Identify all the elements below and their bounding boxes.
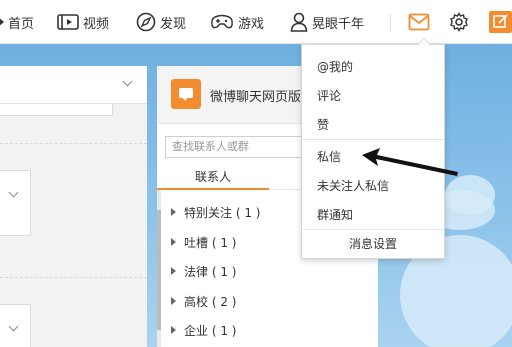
settings-button[interactable] bbox=[449, 0, 469, 44]
menu-item-private-messages[interactable]: 私信 bbox=[317, 148, 341, 165]
group-count: ( 1 ) bbox=[211, 236, 237, 250]
nav-discover-label: 发现 bbox=[160, 16, 187, 32]
contact-group[interactable]: 吐槽 ( 1 ) bbox=[171, 234, 236, 251]
chat-title: 微博聊天网页版 bbox=[210, 90, 302, 105]
gear-icon bbox=[449, 12, 469, 32]
menu-divider bbox=[302, 139, 444, 140]
contact-group[interactable]: 特别关注 ( 1 ) bbox=[171, 204, 260, 221]
expand-icon bbox=[171, 208, 176, 216]
group-count: ( 2 ) bbox=[211, 295, 237, 309]
nav-game-label: 游戏 bbox=[238, 16, 265, 32]
contact-search-input[interactable]: 查找联系人或群 bbox=[165, 136, 315, 158]
discover-icon bbox=[136, 12, 156, 32]
group-name: 企业 bbox=[184, 324, 209, 338]
nav-game[interactable]: 游戏 bbox=[210, 0, 264, 44]
contact-group[interactable]: 高校 ( 2 ) bbox=[171, 293, 236, 310]
compose-button[interactable] bbox=[489, 0, 512, 44]
divider bbox=[0, 277, 147, 278]
left-panel-header[interactable] bbox=[0, 66, 147, 104]
menu-divider bbox=[302, 229, 444, 230]
contact-group[interactable]: 法律 ( 1 ) bbox=[171, 263, 236, 280]
menu-item-group-notifications[interactable]: 群通知 bbox=[317, 206, 353, 223]
menu-item-mentions[interactable]: @我的 bbox=[317, 58, 353, 75]
top-navigation: 首页 视频 发现 游戏 晃眼千年 bbox=[0, 0, 512, 44]
divider bbox=[0, 143, 147, 144]
message-settings-button[interactable]: 消息设置 bbox=[302, 235, 444, 252]
nav-user[interactable]: 晃眼千年 bbox=[290, 0, 364, 44]
edit-icon bbox=[489, 11, 512, 33]
home-icon bbox=[0, 17, 4, 27]
chevron-down-icon[interactable] bbox=[122, 76, 133, 87]
group-name: 特别关注 bbox=[184, 206, 233, 220]
nav-video[interactable]: 视频 bbox=[57, 0, 109, 44]
tab-contacts[interactable]: 联系人 bbox=[157, 166, 269, 190]
nav-video-label: 视频 bbox=[83, 16, 110, 32]
group-name: 吐槽 bbox=[184, 236, 209, 250]
nav-discover[interactable]: 发现 bbox=[136, 0, 186, 44]
contact-group[interactable]: 企业 ( 1 ) bbox=[171, 322, 236, 339]
expand-icon bbox=[171, 326, 176, 334]
video-icon bbox=[57, 14, 79, 30]
feed-card bbox=[0, 170, 31, 236]
group-count: ( 1 ) bbox=[211, 265, 237, 279]
group-name: 法律 bbox=[184, 265, 209, 279]
cloud-shape bbox=[445, 175, 495, 215]
chat-logo-icon bbox=[171, 79, 201, 109]
expand-icon bbox=[171, 238, 176, 246]
scrollbar-thumb[interactable] bbox=[157, 210, 161, 330]
menu-item-comments[interactable]: 评论 bbox=[317, 87, 341, 104]
scrollbar[interactable] bbox=[157, 190, 161, 347]
arrow-annotation bbox=[362, 148, 458, 176]
expand-icon bbox=[171, 297, 176, 305]
nav-divider bbox=[390, 14, 391, 32]
expand-icon bbox=[171, 267, 176, 275]
user-icon bbox=[290, 12, 308, 32]
chevron-down-icon[interactable] bbox=[8, 321, 19, 332]
chevron-down-icon[interactable] bbox=[8, 187, 19, 198]
nav-username: 晃眼千年 bbox=[312, 16, 365, 32]
feed-card bbox=[0, 304, 31, 347]
left-panel bbox=[0, 66, 147, 347]
group-name: 高校 bbox=[184, 295, 209, 309]
nav-home-label: 首页 bbox=[8, 16, 35, 32]
feed-card bbox=[0, 104, 113, 116]
mail-icon bbox=[408, 13, 430, 31]
group-count: ( 1 ) bbox=[235, 206, 261, 220]
game-icon bbox=[210, 13, 234, 31]
menu-item-likes[interactable]: 赞 bbox=[317, 116, 329, 133]
group-count: ( 1 ) bbox=[211, 324, 237, 338]
nav-home[interactable]: 首页 bbox=[0, 0, 34, 44]
